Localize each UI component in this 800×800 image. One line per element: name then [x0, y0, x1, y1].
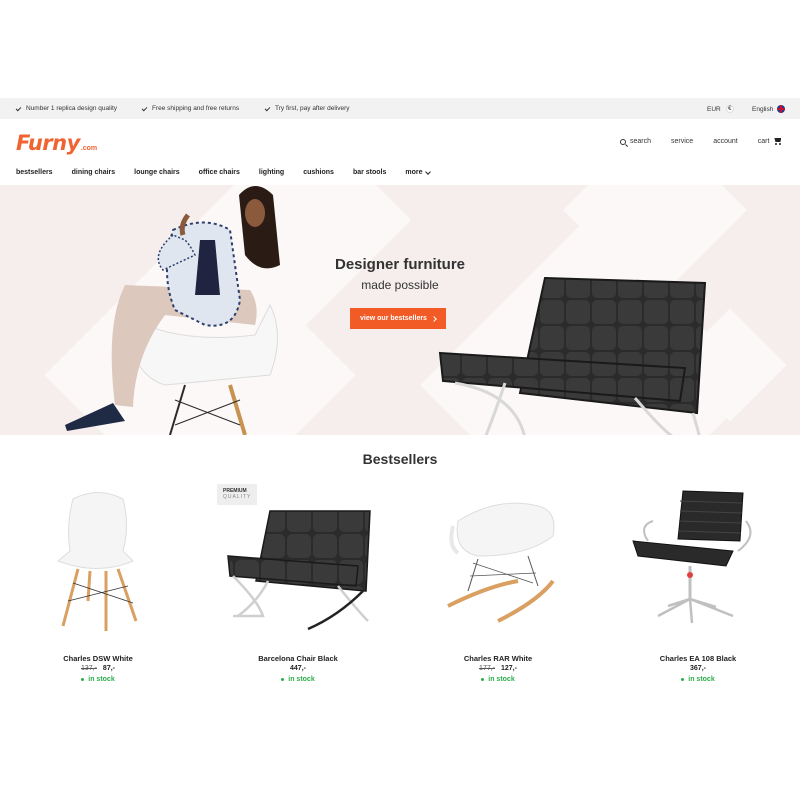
header-links: search service account cart — [620, 138, 782, 145]
product-image[interactable] — [8, 481, 188, 631]
service-link[interactable]: service — [671, 138, 693, 145]
usp-label: Free shipping and free returns — [152, 105, 240, 112]
nav-item-bestsellers[interactable]: bestsellers — [16, 169, 53, 176]
current-price: 447,- — [290, 665, 306, 672]
stock-status: in stock — [608, 676, 788, 683]
product-card[interactable]: Barcelona Chair Black 447,- in stock — [208, 481, 388, 691]
stock-dot-icon — [281, 678, 285, 681]
chevron-down-icon — [424, 168, 431, 175]
old-price: 177,- — [479, 665, 496, 672]
language-label: English — [752, 105, 774, 113]
usp-item: Number 1 replica design quality — [16, 105, 117, 112]
product-name[interactable]: Charles EA 108 Black — [608, 654, 788, 663]
page: Number 1 replica design quality Free shi… — [0, 98, 800, 700]
nav-item-office-chairs[interactable]: office chairs — [199, 169, 240, 176]
stock-dot-icon — [681, 678, 685, 681]
nav-item-bar-stools[interactable]: bar stools — [353, 169, 386, 176]
stock-status: in stock — [208, 676, 388, 683]
euro-icon: € — [725, 105, 734, 113]
nav-item-lounge-chairs[interactable]: lounge chairs — [134, 169, 180, 176]
cart-link[interactable]: cart — [758, 138, 783, 145]
info-bar: Number 1 replica design quality Free shi… — [0, 98, 800, 119]
product-name[interactable]: Charles RAR White — [408, 654, 588, 663]
current-price: 367,- — [690, 665, 706, 672]
account-label: account — [713, 138, 738, 145]
nav-item-cushions[interactable]: cushions — [303, 169, 334, 176]
stock-status: in stock — [8, 676, 188, 683]
product-name[interactable]: Barcelona Chair Black — [208, 654, 388, 663]
product-price: 447,- — [208, 665, 388, 672]
product-price: 137,- 87,- — [8, 665, 188, 672]
stock-dot-icon — [81, 678, 85, 681]
product-image[interactable] — [408, 481, 588, 631]
cart-icon — [773, 138, 782, 145]
product-image[interactable] — [208, 481, 388, 631]
logo[interactable]: Furny .com — [16, 131, 97, 155]
stock-dot-icon — [481, 678, 485, 681]
product-image[interactable] — [608, 481, 788, 631]
nav-item-lighting[interactable]: lighting — [259, 169, 284, 176]
cart-label: cart — [757, 138, 770, 145]
stock-label: in stock — [688, 676, 715, 683]
service-label: service — [671, 138, 694, 145]
product-card[interactable]: Charles RAR White 177,- 127,- in stock — [408, 481, 588, 691]
main-nav: bestsellers dining chairs lounge chairs … — [16, 168, 449, 176]
hero-button-label: view our bestsellers — [360, 315, 427, 322]
product-card[interactable]: Charles DSW White 137,- 87,- in stock — [8, 481, 188, 691]
search-label: search — [630, 138, 652, 145]
product-price: 367,- — [608, 665, 788, 672]
usp-label: Number 1 replica design quality — [26, 105, 118, 112]
currency-label: EUR — [707, 105, 721, 113]
bestsellers-title: Bestsellers — [362, 451, 438, 467]
stock-label: in stock — [288, 676, 315, 683]
search-link[interactable]: search — [620, 138, 651, 145]
nav-item-dining-chairs[interactable]: dining chairs — [72, 169, 116, 176]
hero-banner: Designer furniture made possible view ou… — [0, 185, 800, 435]
check-icon — [265, 106, 271, 112]
nav-item-more[interactable]: more — [405, 168, 431, 176]
search-icon — [620, 138, 626, 145]
current-price: 87,- — [102, 665, 115, 672]
language-selector[interactable]: English — [752, 105, 786, 113]
stock-label: in stock — [88, 676, 115, 683]
product-name[interactable]: Charles DSW White — [8, 654, 188, 663]
currency-selector[interactable]: EUR € — [707, 105, 734, 113]
stock-label: in stock — [488, 676, 515, 683]
logo-text: Furny — [16, 131, 80, 155]
usp-label: Try first, pay after delivery — [275, 105, 350, 112]
product-price: 177,- 127,- — [408, 665, 588, 672]
view-bestsellers-button[interactable]: view our bestsellers — [350, 308, 446, 329]
usp-item: Free shipping and free returns — [142, 105, 239, 112]
hero-chair-image — [438, 276, 707, 435]
account-link[interactable]: account — [713, 138, 738, 145]
nav-more-label: more — [405, 169, 423, 176]
old-price: 137,- — [81, 665, 97, 672]
check-icon — [16, 106, 22, 112]
hero-title: Designer furniture — [334, 256, 466, 273]
current-price: 127,- — [500, 665, 517, 672]
stock-status: in stock — [408, 676, 588, 683]
check-icon — [142, 106, 148, 112]
uk-flag-icon — [777, 105, 786, 113]
logo-suffix: .com — [80, 145, 98, 152]
usp-item: Try first, pay after delivery — [265, 105, 350, 112]
hero-model-image — [65, 186, 280, 435]
product-card[interactable]: Charles EA 108 Black 367,- in stock — [608, 481, 788, 691]
